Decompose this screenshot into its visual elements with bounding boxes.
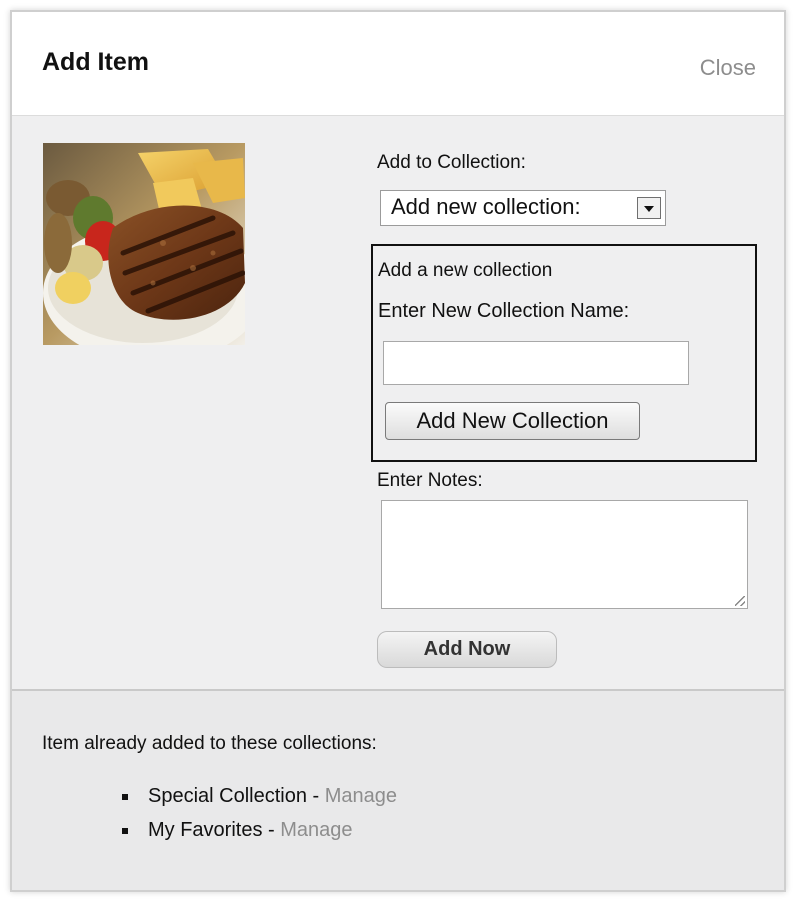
add-to-collection-label: Add to Collection: bbox=[377, 152, 526, 173]
chevron-down-icon[interactable] bbox=[637, 197, 661, 219]
add-now-button[interactable]: Add Now bbox=[377, 631, 557, 668]
list-item: My Favorites - Manage bbox=[122, 819, 397, 853]
close-link[interactable]: Close bbox=[700, 55, 756, 81]
item-image bbox=[43, 143, 245, 345]
separator: - bbox=[262, 819, 281, 841]
separator: - bbox=[306, 785, 325, 807]
add-item-dialog: Add Item Close Add to Collection: Add ne… bbox=[10, 10, 786, 892]
collection-name-label: Enter New Collection Name: bbox=[378, 300, 630, 322]
existing-collections-heading: Item already added to these collections: bbox=[42, 733, 377, 754]
existing-collections-section: Item already added to these collections:… bbox=[12, 689, 784, 890]
existing-collections-list: Special Collection - Manage My Favorites… bbox=[122, 785, 397, 853]
notes-label: Enter Notes: bbox=[377, 470, 483, 491]
collection-select[interactable]: Add new collection: bbox=[380, 190, 666, 226]
manage-link[interactable]: Manage bbox=[325, 785, 397, 807]
collection-name: Special Collection bbox=[148, 785, 307, 807]
bullet-icon bbox=[122, 828, 128, 834]
notes-textarea[interactable] bbox=[381, 500, 748, 609]
new-collection-heading: Add a new collection bbox=[378, 260, 553, 281]
add-new-collection-button[interactable]: Add New Collection bbox=[385, 402, 640, 440]
new-collection-panel: Add a new collection Enter New Collectio… bbox=[371, 244, 757, 462]
resize-grip-icon[interactable] bbox=[735, 596, 745, 606]
bullet-icon bbox=[122, 794, 128, 800]
list-item: Special Collection - Manage bbox=[122, 785, 397, 819]
collection-name-input[interactable] bbox=[383, 341, 689, 385]
collection-name: My Favorites bbox=[148, 819, 263, 841]
dialog-title: Add Item bbox=[42, 48, 149, 76]
dialog-header: Add Item Close bbox=[12, 12, 784, 116]
collection-select-value: Add new collection: bbox=[391, 194, 581, 219]
manage-link[interactable]: Manage bbox=[280, 819, 352, 841]
